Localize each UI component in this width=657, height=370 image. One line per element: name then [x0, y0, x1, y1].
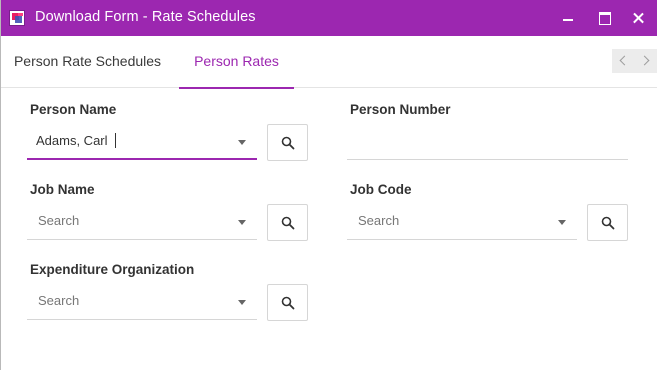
- person-number-label: Person Number: [350, 102, 451, 117]
- search-icon: [281, 216, 295, 230]
- tab-bar: Person Rate Schedules Person Rates: [1, 36, 657, 89]
- person-name-value: Adams, Carl: [36, 133, 108, 148]
- dropdown-arrow-icon[interactable]: [238, 300, 246, 305]
- job-name-placeholder: Search: [38, 213, 80, 228]
- person-name-search-button[interactable]: [267, 124, 308, 161]
- search-icon: [601, 216, 615, 230]
- search-icon: [281, 136, 295, 150]
- job-code-placeholder: Search: [358, 213, 400, 228]
- person-name-label: Person Name: [30, 102, 117, 117]
- job-name-label: Job Name: [30, 182, 95, 197]
- minimize-icon[interactable]: [551, 0, 585, 36]
- tab-person-rate-schedules[interactable]: Person Rate Schedules: [1, 36, 174, 88]
- expenditure-organization-combobox[interactable]: Search: [27, 284, 257, 320]
- person-number-field[interactable]: [347, 124, 628, 160]
- job-code-label: Job Code: [350, 182, 412, 197]
- dropdown-arrow-icon[interactable]: [238, 140, 246, 145]
- text-cursor: [115, 133, 116, 148]
- search-icon: [281, 296, 295, 310]
- job-code-combobox[interactable]: Search: [347, 204, 577, 240]
- download-form-window: Download Form - Rate Schedules Person Ra…: [0, 0, 657, 370]
- job-code-search-button[interactable]: [587, 204, 628, 241]
- expenditure-organization-placeholder: Search: [38, 293, 80, 308]
- maximize-icon[interactable]: [587, 0, 621, 36]
- dropdown-arrow-icon[interactable]: [558, 220, 566, 225]
- app-logo-icon: [9, 10, 25, 26]
- close-icon[interactable]: [622, 0, 656, 36]
- chevron-right-icon[interactable]: [635, 49, 657, 73]
- expenditure-organization-label: Expenditure Organization: [30, 262, 195, 277]
- job-name-search-button[interactable]: [267, 204, 308, 241]
- tab-scroll-nav: [612, 49, 657, 73]
- expenditure-organization-search-button[interactable]: [267, 284, 308, 321]
- chevron-left-icon[interactable]: [612, 49, 635, 73]
- dropdown-arrow-icon[interactable]: [238, 220, 246, 225]
- window-title: Download Form - Rate Schedules: [35, 9, 256, 25]
- job-name-combobox[interactable]: Search: [27, 204, 257, 240]
- person-name-combobox[interactable]: Adams, Carl: [27, 124, 257, 160]
- tab-person-rates[interactable]: Person Rates: [179, 36, 294, 89]
- title-bar: Download Form - Rate Schedules: [1, 0, 657, 36]
